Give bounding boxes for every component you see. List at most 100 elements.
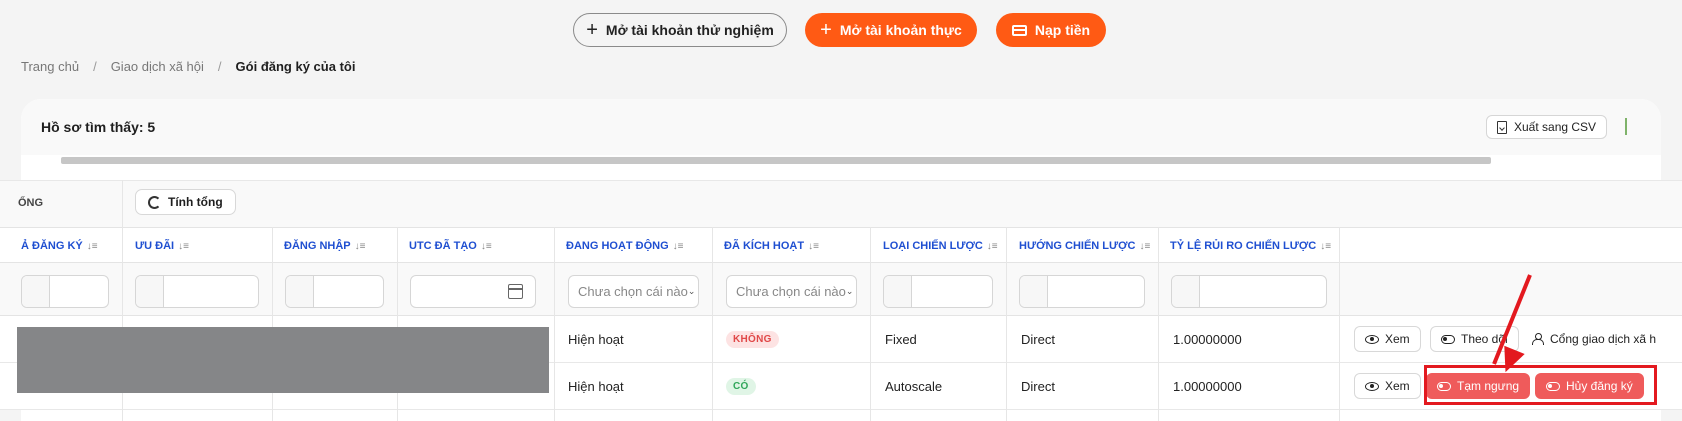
filter-operator[interactable] [22,276,50,307]
cell-strategy-direction: Direct [1021,379,1055,394]
open-real-account-button[interactable]: + Mở tài khoản thực [805,13,977,47]
column-header-label: ĐÃ KÍCH HOẠT [724,240,805,252]
column-header-label: TỶ LỆ RỦI RO CHIẾN LƯỢC [1170,240,1317,252]
plus-icon: + [820,19,832,41]
column-header-subscription[interactable]: Ả ĐĂNG KÝ ↓≡ [21,240,98,252]
column-divider [870,227,871,421]
open-real-account-label: Mở tài khoản thực [839,22,962,38]
panel-header: Hồ sơ tìm thấy: 5 Xuất sang CSV [21,99,1661,155]
top-action-bar: + Mở tài khoản thử nghiệm + Mở tài khoản… [0,13,1682,47]
filter-active-placeholder: Chưa chọn cái nào [578,284,688,299]
sort-icon[interactable]: ↓≡ [87,241,98,252]
records-found-count: Hồ sơ tìm thấy: 5 [41,119,156,135]
view-button[interactable]: Xem [1354,373,1421,399]
filter-strategy-type-input[interactable] [883,275,993,308]
column-header-label: LOẠI CHIẾN LƯỢC [883,240,983,252]
filter-activated-select[interactable]: Chưa chọn cái nào ⌄ [726,275,857,308]
annotation-highlight-box [1424,365,1657,405]
sort-icon[interactable]: ↓≡ [1139,241,1150,252]
filter-created-date-input[interactable] [410,275,536,308]
filter-operator[interactable] [1020,276,1048,307]
cell-strategy-type: Fixed [885,332,917,347]
sort-icon[interactable]: ↓≡ [987,241,998,252]
column-header-activated[interactable]: ĐÃ KÍCH HOẠT ↓≡ [724,240,819,252]
column-header-active[interactable]: ĐANG HOẠT ĐỘNG ↓≡ [566,240,684,252]
column-divider [712,227,713,421]
breadcrumb-separator: / [93,59,97,74]
deposit-button[interactable]: Nạp tiền [996,13,1106,47]
horizontal-scrollbar[interactable] [61,157,1491,164]
filter-operator[interactable] [286,276,314,307]
column-header-label: UTC ĐÃ TẠO [409,240,477,252]
credit-card-icon [1011,24,1027,36]
cell-strategy-type: Autoscale [885,379,943,394]
sort-icon[interactable]: ↓≡ [355,241,366,252]
filter-risk-ratio-input[interactable] [1171,275,1327,308]
sort-icon[interactable]: ↓≡ [1320,241,1331,252]
filter-operator[interactable] [136,276,164,307]
column-divider [1339,227,1340,421]
open-demo-account-label: Mở tài khoản thử nghiệm [605,22,774,38]
divider [1625,118,1627,135]
column-header-strategy-direction[interactable]: HƯỚNG CHIẾN LƯỢC ↓≡ [1019,240,1150,252]
cell-active: Hiện hoạt [568,332,624,347]
column-header-strategy-type[interactable]: LOẠI CHIẾN LƯỢC ↓≡ [883,240,998,252]
calculate-totals-button[interactable]: Tính tổng [135,189,236,215]
column-header-created-utc[interactable]: UTC ĐÃ TẠO ↓≡ [409,240,492,252]
chevron-down-icon: ⌄ [845,286,854,296]
calendar-icon[interactable] [508,284,523,299]
eye-icon [1365,381,1379,391]
column-divider [554,227,555,421]
sort-icon[interactable]: ↓≡ [178,241,189,252]
deposit-label: Nạp tiền [1034,22,1091,38]
social-trading-portal-button[interactable]: Cổng giao dịch xã h [1522,326,1682,352]
view-button[interactable]: Xem [1354,326,1421,352]
filter-subscription-input[interactable] [21,275,109,308]
redacted-area [17,327,549,393]
breadcrumb-social-trading[interactable]: Giao dịch xã hội [111,59,204,74]
eye-icon [1365,334,1379,344]
view-label: Xem [1385,379,1410,393]
totals-row [0,180,1682,227]
sort-icon[interactable]: ↓≡ [481,241,492,252]
filter-login-input[interactable] [285,275,384,308]
column-header-label: ĐANG HOẠT ĐỘNG [566,240,669,252]
plus-icon: + [586,19,598,41]
column-header-label: Ả ĐĂNG KÝ [21,240,83,252]
cell-active: Hiện hoạt [568,379,624,394]
person-icon [1532,333,1544,345]
column-header-label: ƯU ĐÃI [135,240,175,252]
calculate-totals-label: Tính tổng [168,195,223,209]
view-label: Xem [1385,332,1410,346]
filter-activated-placeholder: Chưa chọn cái nào [736,284,846,299]
column-header-label: ĐĂNG NHẬP [284,240,351,252]
breadcrumb-separator: / [217,59,222,74]
status-badge: CÓ [726,378,756,395]
filter-strategy-direction-input[interactable] [1019,275,1145,308]
sort-icon[interactable]: ↓≡ [673,241,684,252]
breadcrumb-current: Gói đăng ký của tôi [235,59,356,74]
column-divider [1006,227,1007,421]
filter-operator[interactable] [884,276,912,307]
cell-risk-ratio: 1.00000000 [1173,379,1242,394]
column-header-login[interactable]: ĐĂNG NHẬP ↓≡ [284,240,365,252]
refresh-icon [148,195,161,209]
filter-active-select[interactable]: Chưa chọn cái nào ⌄ [568,275,699,308]
filter-promotion-input[interactable] [135,275,259,308]
social-trading-portal-label: Cổng giao dịch xã h [1550,332,1657,346]
sort-icon[interactable]: ↓≡ [808,241,819,252]
column-header-label: HƯỚNG CHIẾN LƯỢC [1019,240,1136,252]
open-demo-account-button[interactable]: + Mở tài khoản thử nghiệm [573,13,787,47]
export-csv-label: Xuất sang CSV [1514,120,1597,134]
breadcrumb-home[interactable]: Trang chủ [21,59,79,74]
cell-risk-ratio: 1.00000000 [1173,332,1242,347]
column-header-promotion[interactable]: ƯU ĐÃI ↓≡ [135,240,189,252]
column-divider [1158,227,1159,421]
chevron-down-icon: ⌄ [687,286,696,296]
column-header-risk-ratio[interactable]: TỶ LỆ RỦI RO CHIẾN LƯỢC ↓≡ [1170,240,1331,252]
totals-label: ỔNG [18,197,44,209]
status-badge: KHÔNG [726,331,779,348]
toggle-icon [1441,334,1455,344]
filter-operator[interactable] [1172,276,1200,307]
export-csv-button[interactable]: Xuất sang CSV [1486,115,1608,139]
